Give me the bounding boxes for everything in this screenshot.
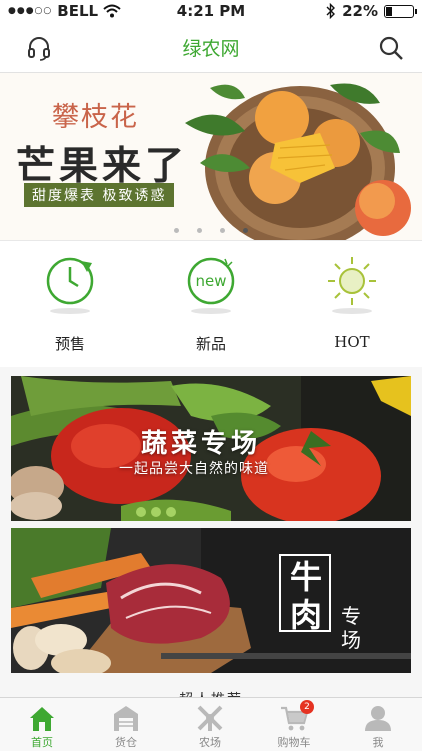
carousel-dot[interactable] <box>220 228 225 233</box>
hero-banner[interactable]: 攀枝花 芒果来了 甜度爆表 极致诱惑 <box>0 73 422 241</box>
tab-label: 我 <box>372 736 384 749</box>
svg-text:new: new <box>195 272 226 290</box>
nav-bar: 绿农网 <box>0 22 422 73</box>
user-icon <box>365 706 391 731</box>
tab-label: 购物车 <box>277 736 311 749</box>
tab-bar: 首页 货仓 农场 2 购物车 我 <box>0 697 422 751</box>
shortcut-hot[interactable]: HOT <box>282 241 422 367</box>
carousel-dot[interactable] <box>243 228 248 233</box>
page-title: 绿农网 <box>182 38 240 60</box>
warehouse-icon <box>114 706 138 731</box>
cart-badge: 2 <box>300 700 314 714</box>
status-bar: ●●●○○ BELL 4:21 PM 22% <box>0 0 422 22</box>
tab-warehouse[interactable]: 货仓 <box>84 698 168 751</box>
sun-icon <box>328 257 376 314</box>
shortcut-new[interactable]: new 新品 <box>141 241 281 367</box>
tab-cart[interactable]: 2 购物车 <box>252 698 336 751</box>
shortcut-label: 新品 <box>195 335 226 353</box>
bluetooth-icon <box>326 3 336 19</box>
shortcut-label: 预售 <box>54 335 85 353</box>
category-title: 牛 肉 <box>286 558 326 634</box>
category-title-line: 肉 <box>289 596 322 634</box>
category-title-line: 牛 <box>289 558 322 596</box>
shortcut-presale[interactable]: 预售 <box>0 241 140 367</box>
category-subtitle: 一起品尝大自然的味道 <box>119 461 269 477</box>
farm-icon <box>197 705 223 731</box>
tab-label: 货仓 <box>115 736 137 749</box>
battery-percent: 22% <box>342 2 378 20</box>
carousel-dot[interactable] <box>197 228 202 233</box>
category-subtitle: 专场 <box>341 604 361 652</box>
banner-tagline: 甜度爆表 极致诱惑 <box>24 183 175 207</box>
clock-icon <box>46 257 94 314</box>
battery-level <box>386 6 392 16</box>
carousel-dots[interactable] <box>0 228 422 233</box>
tab-farm[interactable]: 农场 <box>168 698 252 751</box>
tab-home[interactable]: 首页 <box>0 698 84 751</box>
tab-label: 农场 <box>199 736 221 749</box>
tab-profile[interactable]: 我 <box>336 698 420 751</box>
category-beef[interactable]: 牛 肉 专场 <box>11 528 411 673</box>
battery-icon <box>384 4 417 18</box>
shortcut-label: HOT <box>334 333 370 351</box>
shortcut-row: 预售 new 新品 HOT <box>0 241 422 367</box>
new-badge-icon: new <box>187 257 235 314</box>
status-right: 22% <box>326 2 417 20</box>
home-icon <box>30 707 54 731</box>
tab-label: 首页 <box>31 736 53 749</box>
category-title: 蔬菜专场 <box>141 429 262 459</box>
carousel-dot[interactable] <box>174 228 179 233</box>
search-icon[interactable] <box>378 35 404 61</box>
category-vegetables[interactable]: 蔬菜专场 一起品尝大自然的味道 <box>11 376 411 521</box>
banner-subtitle: 攀枝花 <box>52 102 139 133</box>
